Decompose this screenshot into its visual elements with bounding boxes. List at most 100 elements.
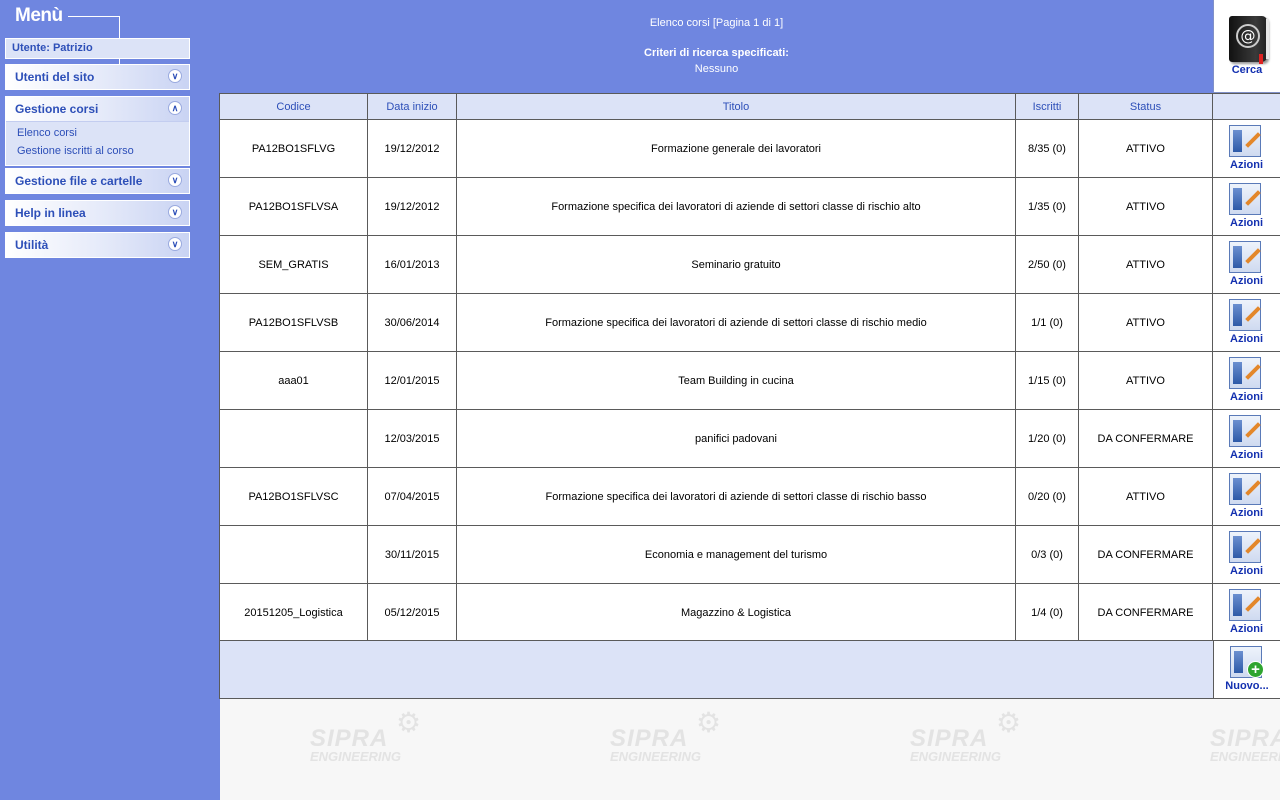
cell-titolo: Magazzino & Logistica bbox=[456, 583, 1016, 642]
actions-button[interactable]: Azioni bbox=[1213, 584, 1280, 641]
chevron-double-up-icon[interactable]: ∧ bbox=[168, 101, 182, 115]
sidebar-item-gestione-corsi[interactable]: Gestione corsi ∧ bbox=[6, 97, 189, 121]
cell-titolo: Formazione specifica dei lavoratori di a… bbox=[456, 177, 1016, 236]
table-row: PA12BO1SFLVSC 07/04/2015 Formazione specif… bbox=[219, 467, 1280, 526]
column-header-iscritti[interactable]: Iscritti bbox=[1015, 93, 1079, 120]
new-course-button-label: Nuovo... bbox=[1225, 680, 1269, 692]
cell-status: ATTIVO bbox=[1078, 293, 1213, 352]
cell-titolo: Formazione specifica dei lavoratori di a… bbox=[456, 293, 1016, 352]
cell-titolo: Economia e management del turismo bbox=[456, 525, 1016, 584]
sidebar-panel-file: Gestione file e cartelle ∨ bbox=[5, 168, 190, 194]
cell-status: DA CONFERMARE bbox=[1078, 525, 1213, 584]
cell-codice: PA12BO1SFLVSC bbox=[219, 467, 368, 526]
actions-button-label: Azioni bbox=[1230, 391, 1263, 403]
actions-button[interactable]: Azioni bbox=[1213, 236, 1280, 293]
actions-button[interactable]: Azioni bbox=[1213, 352, 1280, 409]
table-row: PA12BO1SFLVSB 30/06/2014 Formazione specif… bbox=[219, 293, 1280, 352]
sidebar-panel-gestione-corsi: Gestione corsi ∧ Elenco corsi Gestione i… bbox=[5, 96, 190, 166]
actions-button-label: Azioni bbox=[1230, 507, 1263, 519]
sidebar-item-label: Utilità bbox=[15, 238, 49, 252]
menu-title: Menù bbox=[15, 5, 63, 26]
sidebar-item-help-in-linea[interactable]: Help in linea ∨ bbox=[6, 201, 189, 225]
chevron-double-down-icon[interactable]: ∨ bbox=[168, 69, 182, 83]
table-row: PA12BO1SFLVG 19/12/2012 Formazione general… bbox=[219, 119, 1280, 178]
edit-document-icon bbox=[1229, 183, 1261, 215]
cell-status: DA CONFERMARE bbox=[1078, 409, 1213, 468]
submenu-link-gestione-iscritti[interactable]: Gestione iscritti al corso bbox=[6, 143, 189, 161]
sidebar-item-gestione-file[interactable]: Gestione file e cartelle ∨ bbox=[6, 169, 189, 193]
cell-titolo: Formazione specifica dei lavoratori di a… bbox=[456, 467, 1016, 526]
address-book-icon: @ bbox=[1229, 16, 1269, 64]
cell-actions: Azioni bbox=[1212, 467, 1280, 526]
watermark-subtext: ENGINEERING bbox=[610, 749, 702, 764]
search-criteria-value: Nessuno bbox=[694, 63, 739, 75]
table-header-row: Codice Data inizio Titolo Iscritti Statu… bbox=[219, 93, 1280, 120]
cell-data-inizio: 16/01/2013 bbox=[367, 235, 457, 294]
cell-codice: SEM_GRATIS bbox=[219, 235, 368, 294]
cell-iscritti: 1/20 (0) bbox=[1015, 409, 1079, 468]
cell-data-inizio: 12/03/2015 bbox=[367, 409, 457, 468]
current-user-label: Utente: Patrizio bbox=[5, 38, 190, 59]
edit-document-icon bbox=[1229, 357, 1261, 389]
cell-iscritti: 1/35 (0) bbox=[1015, 177, 1079, 236]
chevron-double-down-icon[interactable]: ∨ bbox=[168, 173, 182, 187]
sidebar-item-utenti-del-sito[interactable]: Utenti del sito ∨ bbox=[6, 65, 189, 89]
chevron-double-down-icon[interactable]: ∨ bbox=[168, 205, 182, 219]
sidebar-item-utilita[interactable]: Utilità ∨ bbox=[6, 233, 189, 257]
gear-icon: ⚙ bbox=[396, 707, 422, 738]
table-row: SEM_GRATIS 16/01/2013 Seminario gratuito 2/… bbox=[219, 235, 1280, 294]
table-row: 30/11/2015 Economia e management del turi… bbox=[219, 525, 1280, 584]
chevron-double-down-icon[interactable]: ∨ bbox=[168, 237, 182, 251]
actions-button[interactable]: Azioni bbox=[1213, 526, 1280, 583]
edit-document-icon bbox=[1229, 125, 1261, 157]
actions-button[interactable]: Azioni bbox=[1213, 468, 1280, 525]
column-header-codice[interactable]: Codice bbox=[219, 93, 368, 120]
cell-data-inizio: 07/04/2015 bbox=[367, 467, 457, 526]
new-course-button[interactable]: + Nuovo... bbox=[1213, 641, 1280, 698]
actions-button-label: Azioni bbox=[1230, 333, 1263, 345]
cell-codice: 20151205_Logistica bbox=[219, 583, 368, 642]
actions-button[interactable]: Azioni bbox=[1213, 120, 1280, 177]
page-header: Elenco corsi [Pagina 1 di 1] Criteri di … bbox=[220, 0, 1213, 92]
cell-data-inizio: 05/12/2015 bbox=[367, 583, 457, 642]
actions-button-label: Azioni bbox=[1230, 217, 1263, 229]
column-header-data-inizio[interactable]: Data inizio bbox=[367, 93, 457, 120]
cell-data-inizio: 12/01/2015 bbox=[367, 351, 457, 410]
search-button-label: Cerca bbox=[1231, 64, 1263, 76]
column-header-status[interactable]: Status bbox=[1078, 93, 1213, 120]
cell-actions: Azioni bbox=[1212, 119, 1280, 178]
cell-titolo: Seminario gratuito bbox=[456, 235, 1016, 294]
column-header-actions bbox=[1212, 93, 1280, 120]
column-header-titolo[interactable]: Titolo bbox=[456, 93, 1016, 120]
sidebar-panel-help: Help in linea ∨ bbox=[5, 200, 190, 226]
cell-status: ATTIVO bbox=[1078, 235, 1213, 294]
actions-button[interactable]: Azioni bbox=[1213, 178, 1280, 235]
cell-codice: aaa01 bbox=[219, 351, 368, 410]
actions-button[interactable]: Azioni bbox=[1213, 294, 1280, 351]
edit-document-icon bbox=[1229, 241, 1261, 273]
sidebar-submenu: Elenco corsi Gestione iscritti al corso bbox=[6, 121, 189, 165]
cell-status: ATTIVO bbox=[1078, 467, 1213, 526]
cell-iscritti: 1/4 (0) bbox=[1015, 583, 1079, 642]
search-button[interactable]: @ Cerca bbox=[1213, 0, 1280, 93]
edit-document-icon bbox=[1229, 589, 1261, 621]
cell-actions: Azioni bbox=[1212, 583, 1280, 642]
sidebar-item-label: Help in linea bbox=[15, 206, 86, 220]
cell-data-inizio: 30/06/2014 bbox=[367, 293, 457, 352]
cell-actions: Azioni bbox=[1212, 235, 1280, 294]
watermark-area: ⚙ SIPRA ENGINEERING ⚙ SIPRA ENGINEERING ⚙ SIPRA… bbox=[220, 699, 1280, 800]
cell-titolo: Team Building in cucina bbox=[456, 351, 1016, 410]
cell-iscritti: 2/50 (0) bbox=[1015, 235, 1079, 294]
sidebar-item-label: Gestione corsi bbox=[15, 102, 99, 116]
submenu-link-elenco-corsi[interactable]: Elenco corsi bbox=[6, 125, 189, 143]
watermark-logo: ⚙SIPRAENGINEERING bbox=[310, 707, 440, 765]
sidebar-item-label: Gestione file e cartelle bbox=[15, 174, 143, 188]
gear-icon: ⚙ bbox=[996, 707, 1022, 738]
table-row: 12/03/2015 panifici padovani 1/20 (0) DA CO… bbox=[219, 409, 1280, 468]
actions-button-label: Azioni bbox=[1230, 275, 1263, 287]
cell-actions: Azioni bbox=[1212, 525, 1280, 584]
actions-button[interactable]: Azioni bbox=[1213, 410, 1280, 467]
cell-actions: Azioni bbox=[1212, 177, 1280, 236]
watermark-logo: ⚙SIPRAENGINEERING bbox=[910, 707, 1040, 765]
actions-button-label: Azioni bbox=[1230, 449, 1263, 461]
